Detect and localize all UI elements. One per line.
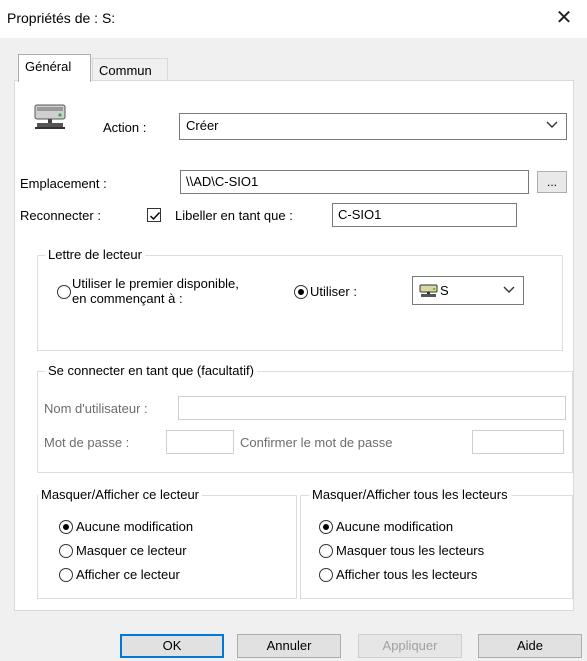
title-bar: Propriétés de : S: ✕ — [0, 0, 587, 38]
hide-show-drive-group: Masquer/Afficher ce lecteur Aucune modif… — [37, 487, 297, 599]
hide-show-all-group: Masquer/Afficher tous les lecteurs Aucun… — [300, 487, 573, 599]
connect-as-group: Se connecter en tant que (facultatif) No… — [37, 363, 573, 473]
password-label: Mot de passe : — [44, 435, 130, 450]
drive-letter-group: Lettre de lecteur Utiliser le premier di… — [37, 247, 563, 351]
help-button[interactable]: Aide — [478, 634, 582, 658]
hide-show-all-legend: Masquer/Afficher tous les lecteurs — [309, 487, 511, 502]
user-label: Nom d'utilisateur : — [44, 401, 148, 416]
label-as-label: Libeller en tant que : — [175, 208, 293, 223]
connect-as-legend: Se connecter en tant que (facultatif) — [45, 363, 257, 378]
action-select[interactable]: Créer — [179, 113, 567, 140]
browse-button[interactable]: ... — [537, 171, 567, 193]
tab-commun[interactable]: Commun — [92, 58, 168, 80]
radio-all-no-change[interactable] — [319, 520, 333, 534]
drive-letter-legend: Lettre de lecteur — [45, 247, 145, 262]
ok-button[interactable]: OK — [120, 634, 224, 658]
radio-show-all[interactable] — [319, 568, 333, 582]
hide-show-drive-legend: Masquer/Afficher ce lecteur — [38, 487, 202, 502]
apply-button[interactable]: Appliquer — [358, 634, 462, 658]
window-title: Propriétés de : S: — [7, 10, 116, 26]
chevron-down-icon — [546, 118, 558, 130]
radio-use-drive[interactable] — [294, 285, 308, 299]
username-input[interactable] — [178, 396, 566, 420]
drive-no-change-label: Aucune modification — [76, 519, 194, 534]
use-first-available-label: Utiliser le premier disponible, en comme… — [72, 276, 239, 306]
hide-all-label: Masquer tous les lecteurs — [336, 543, 485, 558]
radio-show-drive[interactable] — [59, 568, 73, 582]
use-first-line1: Utiliser le premier disponible, — [72, 276, 239, 291]
drive-letter-select[interactable]: S — [412, 276, 524, 305]
show-all-label: Afficher tous les lecteurs — [336, 567, 478, 582]
all-no-change-label: Aucune modification — [336, 519, 454, 534]
network-drive-icon — [33, 102, 67, 135]
drive-letter-value: S — [440, 283, 449, 298]
radio-hide-drive[interactable] — [59, 544, 73, 558]
tab-general[interactable]: Général — [18, 54, 91, 82]
chevron-down-icon — [503, 283, 515, 295]
emplacement-input[interactable]: \\AD\C-SIO1 — [180, 170, 529, 194]
radio-drive-no-change[interactable] — [59, 520, 73, 534]
drive-icon — [419, 284, 439, 301]
cancel-button[interactable]: Annuler — [237, 634, 341, 658]
emplacement-label: Emplacement : — [20, 176, 107, 191]
label-as-input[interactable]: C-SIO1 — [332, 203, 517, 227]
password-input[interactable] — [166, 430, 234, 454]
radio-use-first-available[interactable] — [57, 285, 71, 299]
tab-panel-general: Action : Créer Emplacement : \\AD\C-SIO1… — [14, 80, 574, 611]
confirm-password-label: Confirmer le mot de passe — [240, 435, 393, 450]
hide-drive-label: Masquer ce lecteur — [76, 543, 187, 558]
close-icon[interactable]: ✕ — [553, 6, 575, 30]
show-drive-label: Afficher ce lecteur — [76, 567, 180, 582]
use-first-line2: en commençant à : — [72, 291, 183, 306]
reconnect-checkbox[interactable] — [147, 208, 161, 222]
reconnect-label: Reconnecter : — [20, 208, 101, 223]
use-drive-label: Utiliser : — [310, 284, 357, 299]
confirm-password-input[interactable] — [472, 430, 564, 454]
radio-hide-all[interactable] — [319, 544, 333, 558]
action-label: Action : — [103, 120, 147, 135]
action-select-value: Créer — [186, 118, 219, 133]
